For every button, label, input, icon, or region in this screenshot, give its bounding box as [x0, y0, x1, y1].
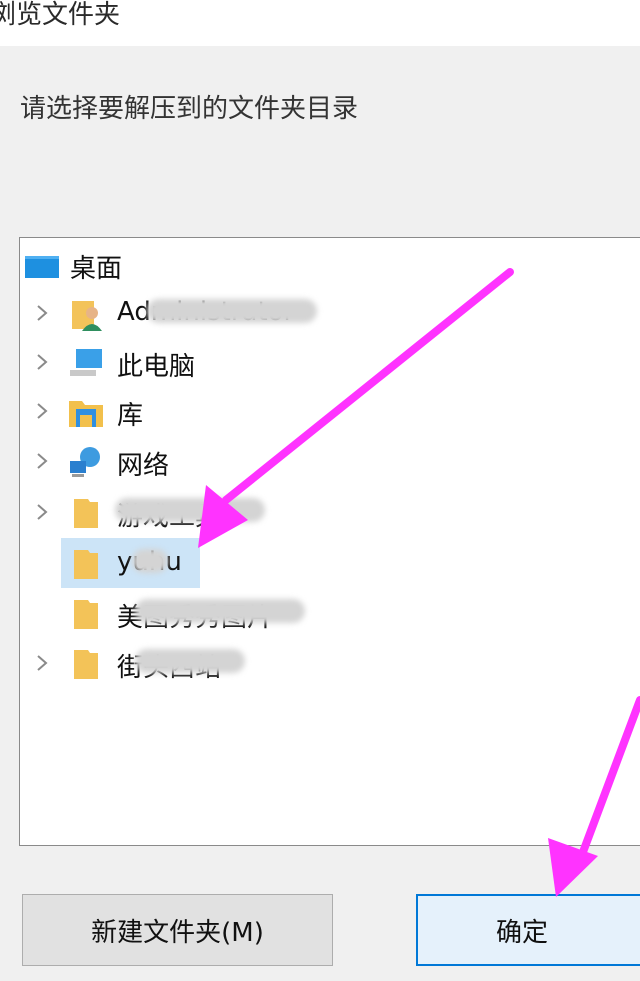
tree-item-label: 桌面 — [70, 254, 123, 284]
tree-item-label: 此电脑 — [117, 352, 196, 382]
new-folder-button[interactable]: 新建文件夹(M) — [22, 894, 333, 966]
window-title: 浏览文件夹 — [0, 0, 121, 30]
redaction-blur — [135, 649, 245, 673]
folder-icon — [74, 600, 98, 629]
ok-button[interactable]: 确定 — [416, 894, 640, 966]
user-folder-icon — [72, 301, 102, 331]
redaction-blur — [147, 299, 317, 323]
redaction-blur — [115, 498, 265, 522]
network-icon — [70, 447, 100, 477]
computer-icon — [70, 349, 102, 376]
desktop-icon — [25, 256, 59, 278]
tree-item-folder-selected[interactable]: yuhu — [20, 538, 640, 588]
tree-item-network[interactable]: 网络 — [20, 438, 640, 484]
tree-item-folder[interactable]: 街头西站 — [20, 640, 640, 686]
folder-icon — [74, 550, 98, 579]
redaction-blur — [135, 599, 305, 623]
tree-item-label: 网络 — [117, 451, 170, 481]
folder-icon — [74, 650, 98, 679]
redaction-blur — [132, 549, 168, 573]
chevron-right-icon[interactable] — [32, 352, 52, 372]
title-bar: 浏览文件夹 — [0, 0, 640, 46]
tree-item-desktop[interactable]: 桌面 — [20, 241, 640, 287]
chevron-right-icon[interactable] — [32, 653, 52, 673]
library-icon — [69, 401, 103, 427]
folder-tree[interactable]: 桌面 Administrator 此电脑 库 — [19, 237, 640, 846]
tree-item-folder[interactable]: 美图秀秀图片 — [20, 590, 640, 636]
tree-item-user[interactable]: Administrator — [20, 290, 640, 336]
chevron-right-icon[interactable] — [32, 451, 52, 471]
tree-item-label: 库 — [117, 401, 144, 431]
tree-item-this-pc[interactable]: 此电脑 — [20, 339, 640, 385]
chevron-right-icon[interactable] — [32, 303, 52, 323]
folder-icon — [74, 499, 98, 528]
instruction-text: 请选择要解压到的文件夹目录 — [20, 94, 359, 124]
tree-item-folder[interactable]: 游戏工具 — [20, 489, 640, 535]
chevron-right-icon[interactable] — [32, 502, 52, 522]
tree-item-library[interactable]: 库 — [20, 388, 640, 434]
chevron-right-icon[interactable] — [32, 401, 52, 421]
